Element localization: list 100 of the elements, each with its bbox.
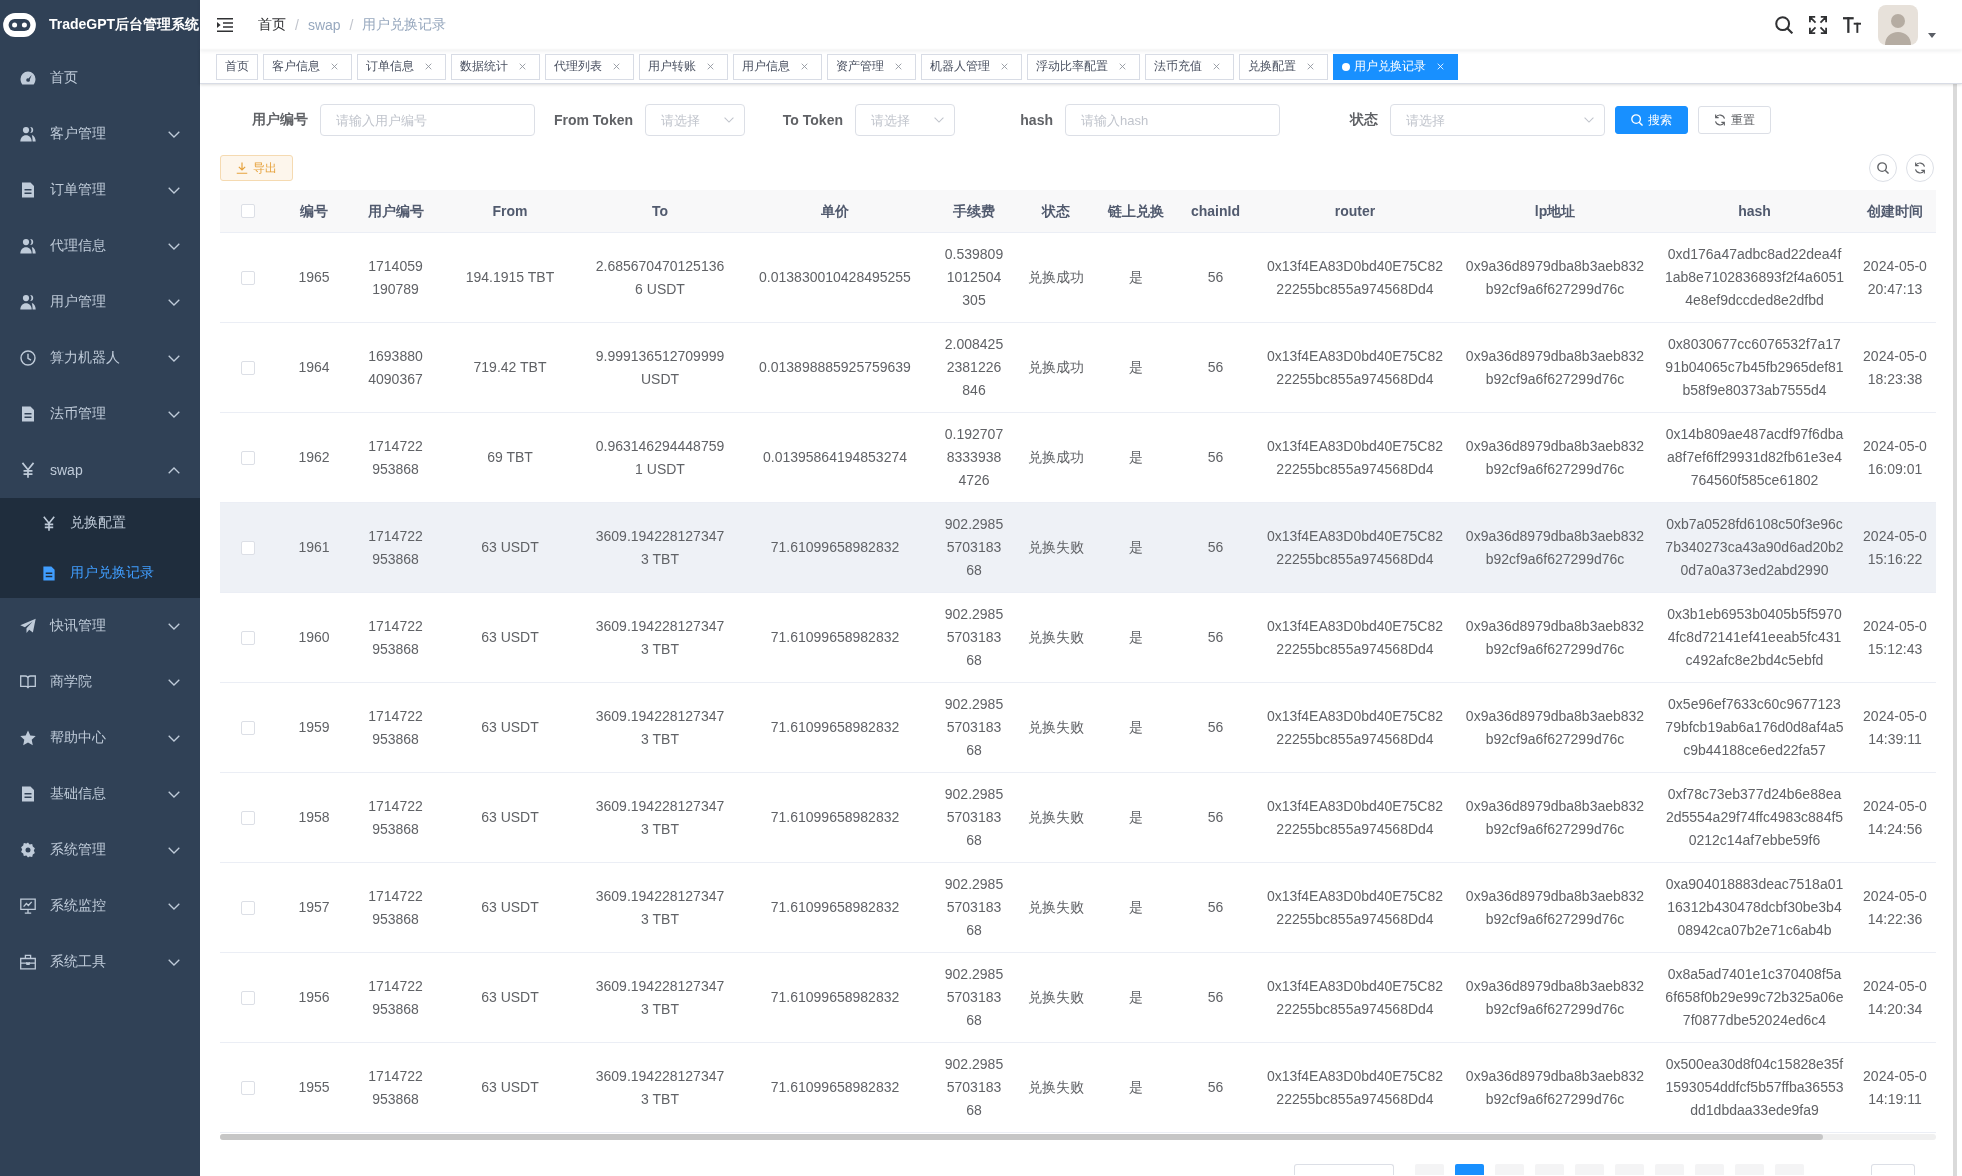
filter-label: 用户编号 [251, 111, 309, 129]
row-checkbox[interactable] [240, 360, 255, 375]
sidebar-item[interactable]: 首页 [0, 50, 200, 106]
sidebar-item[interactable]: 快讯管理 [0, 598, 200, 654]
sidebar-item[interactable]: 基础信息 [0, 766, 200, 822]
table-cell-text: 1714722953868 [367, 526, 424, 569]
sidebar-item[interactable]: 商学院 [0, 654, 200, 710]
table-cell-text: 71.61099658982832 [769, 538, 901, 557]
sidebar-item[interactable]: swap [0, 442, 200, 498]
tab[interactable]: 浮动比率配置 [1027, 53, 1140, 80]
tab[interactable]: 首页 [216, 53, 258, 80]
monitor-icon [20, 898, 36, 914]
close-icon[interactable] [1307, 63, 1314, 70]
chevron-down-icon [724, 117, 734, 123]
paper-plane-icon [20, 618, 36, 634]
breadcrumb-separator: / [295, 17, 299, 33]
search-icon [1631, 114, 1643, 126]
search-toggle-button[interactable] [1869, 154, 1897, 182]
table-cell-text: 1961 [297, 538, 331, 557]
table-cell-text: 0x13f4EA83D0bd40E75C8222255bc855a974568Dd4 [1266, 1066, 1444, 1109]
close-icon[interactable] [1001, 63, 1008, 70]
select-field[interactable]: 请选择 [645, 104, 745, 136]
table-cell-text: 兑换失败 [1026, 1078, 1085, 1097]
select-field[interactable]: 请选择 [1390, 104, 1605, 136]
tab[interactable]: 用户转账 [639, 53, 728, 80]
close-icon[interactable] [519, 63, 526, 70]
reset-button[interactable]: 重置 [1698, 106, 1771, 134]
row-checkbox[interactable] [240, 1080, 255, 1095]
tab[interactable]: 兑换配置 [1239, 53, 1328, 80]
select-field[interactable]: 请选择 [855, 104, 955, 136]
close-icon[interactable] [1213, 63, 1220, 70]
tab[interactable]: 客户信息 [263, 53, 352, 80]
table-cell-text: 是 [1127, 1078, 1144, 1097]
table-cell-text: 0.19270783339384726 [943, 425, 1005, 490]
table-cell-text: 0xf78c73eb377d24b6e88ea2d5554a29f74ffc4983c884f50212c14af7ebbe59f6 [1664, 785, 1845, 850]
table-cell-text: 2.6856704701251366 USDT [594, 256, 726, 299]
tab[interactable]: 代理列表 [545, 53, 634, 80]
select-all-checkbox[interactable] [240, 204, 255, 218]
search-icon[interactable] [1775, 16, 1793, 34]
sidebar-item[interactable]: 系统管理 [0, 822, 200, 878]
sidebar-item[interactable]: 客户管理 [0, 106, 200, 162]
page-button[interactable] [1455, 1164, 1484, 1175]
column-header: 单价 [820, 201, 850, 221]
sidebar-item[interactable]: 代理信息 [0, 218, 200, 274]
document-icon [20, 182, 36, 198]
tab[interactable]: 法币充值 [1145, 53, 1234, 80]
row-checkbox[interactable] [240, 720, 255, 735]
sidebar-item[interactable]: 系统监控 [0, 878, 200, 934]
breadcrumb-link[interactable]: 首页 [258, 16, 286, 34]
close-icon[interactable] [895, 63, 902, 70]
breadcrumb-item: swap [307, 17, 341, 33]
tab[interactable]: 订单信息 [357, 53, 446, 80]
sidebar-item[interactable]: 算力机器人 [0, 330, 200, 386]
close-icon[interactable] [707, 63, 714, 70]
text-input-field[interactable]: 请输入用户编号 [320, 104, 535, 136]
sidebar-item[interactable]: 帮助中心 [0, 710, 200, 766]
table-cell-text: 902.2985570318368 [943, 695, 1005, 760]
close-icon[interactable] [1119, 63, 1126, 70]
chevron-down-icon [934, 117, 944, 123]
fullscreen-icon[interactable] [1809, 16, 1827, 34]
refresh-button[interactable] [1906, 154, 1934, 182]
text-input-field[interactable]: 请输入hash [1065, 104, 1280, 136]
sidebar-item[interactable]: 法币管理 [0, 386, 200, 442]
table-cell-text: 0x9a36d8979dba8b3aeb832b92cf9a6f627299d76c [1464, 1066, 1646, 1109]
row-checkbox[interactable] [240, 900, 255, 915]
row-checkbox[interactable] [240, 990, 255, 1005]
table-cell-text: 1714722953868 [367, 706, 424, 749]
close-icon[interactable] [425, 63, 432, 70]
row-checkbox[interactable] [240, 270, 255, 285]
caret-down-icon[interactable] [1928, 33, 1936, 38]
row-checkbox[interactable] [240, 450, 255, 465]
sidebar-item[interactable]: 订单管理 [0, 162, 200, 218]
vertical-scrollbar[interactable] [1953, 84, 1957, 1176]
row-checkbox[interactable] [240, 540, 255, 555]
close-icon[interactable] [613, 63, 620, 70]
table-cell-text: 1714722953868 [367, 1066, 424, 1109]
sidebar-subitem[interactable]: 用户兑换记录 [0, 548, 200, 598]
sidebar-item[interactable]: 用户管理 [0, 274, 200, 330]
table-cell-text: 2024-05-0 15:16:22 [1862, 526, 1928, 569]
yen-icon [42, 515, 56, 531]
avatar-silhouette-icon[interactable] [1878, 5, 1918, 45]
table-cell-text: 0x13f4EA83D0bd40E75C8222255bc855a974568Dd4 [1266, 886, 1444, 929]
menu-icon[interactable] [217, 18, 233, 32]
sidebar-item[interactable]: 系统工具 [0, 934, 200, 990]
row-checkbox[interactable] [240, 810, 255, 825]
table-cell-text: 兑换成功 [1026, 448, 1085, 467]
close-icon[interactable] [331, 63, 338, 70]
page-size-select[interactable] [1294, 1164, 1394, 1175]
tab[interactable]: 用户信息 [733, 53, 822, 80]
tab[interactable]: 机器人管理 [921, 53, 1022, 80]
table-cell-text: 0x9a36d8979dba8b3aeb832b92cf9a6f627299d76c [1464, 886, 1646, 929]
row-checkbox[interactable] [240, 630, 255, 645]
text-size-icon[interactable] [1843, 17, 1861, 33]
table-cell-text: 3609.1942281273473 TBT [594, 616, 726, 659]
tab[interactable]: 数据统计 [451, 53, 540, 80]
close-icon[interactable] [801, 63, 808, 70]
page-jump-field[interactable] [1871, 1164, 1915, 1175]
table-cell-text: 兑换失败 [1026, 538, 1085, 557]
tab[interactable]: 资产管理 [827, 53, 916, 80]
sidebar-subitem[interactable]: 兑换配置 [0, 498, 200, 548]
